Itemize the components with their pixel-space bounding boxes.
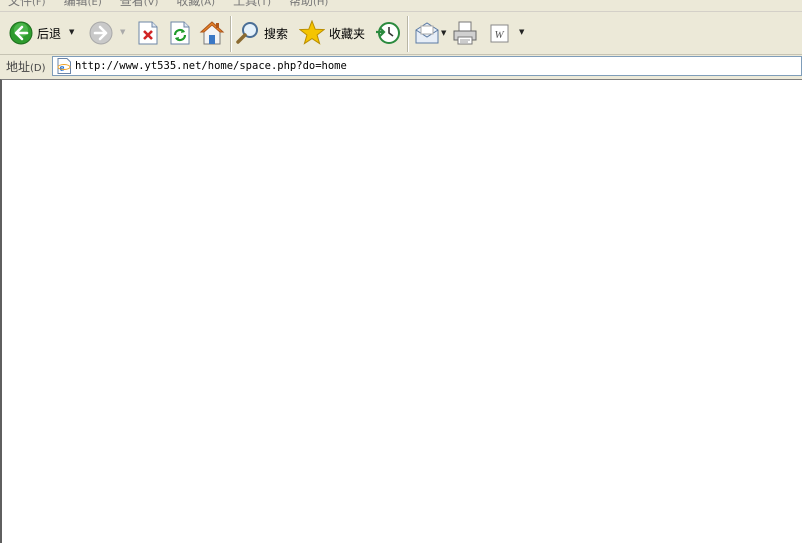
word-dropdown[interactable]: ▼ <box>519 28 524 36</box>
edit-word-button[interactable]: W <box>490 22 510 44</box>
search-icon <box>236 22 258 44</box>
dropdown-arrow-icon: ▼ <box>69 28 75 36</box>
back-label: 后退 <box>37 26 62 41</box>
search-label: 搜索 <box>264 26 289 41</box>
word-icon: W <box>490 24 509 43</box>
address-bar: 地址(D) e http://www.yt535.net/home/space.… <box>0 55 802 78</box>
refresh-button[interactable] <box>169 21 191 45</box>
back-arrow-icon <box>9 21 33 45</box>
forward-button[interactable] <box>89 21 113 45</box>
print-button[interactable] <box>452 21 478 45</box>
stop-button[interactable] <box>137 21 159 45</box>
toolbar-separator <box>407 16 409 52</box>
dropdown-arrow-icon: ▼ <box>120 28 126 36</box>
mail-icon <box>415 22 439 44</box>
page-content[interactable] <box>0 79 802 543</box>
printer-icon <box>453 21 477 45</box>
menu-tools[interactable]: 工具(T) <box>233 0 271 10</box>
menu-edit[interactable]: 编辑(E) <box>64 0 102 10</box>
ie-page-icon: e <box>57 58 71 74</box>
toolbar-separator <box>230 16 232 52</box>
search-button[interactable]: 搜索 <box>236 21 288 45</box>
svg-text:W: W <box>495 29 505 41</box>
menu-file[interactable]: 文件(F) <box>8 0 46 10</box>
standard-toolbar: 后退 ▼ ▼ 搜索 收藏夹 ▼ W ▼ <box>0 12 802 54</box>
menu-help[interactable]: 帮助(H) <box>289 0 328 10</box>
address-url: http://www.yt535.net/home/space.php?do=h… <box>75 60 347 72</box>
address-input[interactable]: e http://www.yt535.net/home/space.php?do… <box>52 56 802 76</box>
back-button[interactable]: 后退 <box>9 21 61 45</box>
svg-text:e: e <box>60 62 65 74</box>
back-dropdown[interactable]: ▼ <box>69 28 74 36</box>
refresh-icon <box>170 21 190 45</box>
dropdown-arrow-icon: ▼ <box>519 28 525 36</box>
stop-icon <box>138 21 158 45</box>
dropdown-arrow-icon: ▼ <box>441 29 447 37</box>
menu-favorites[interactable]: 收藏(A) <box>176 0 215 10</box>
home-icon <box>199 21 225 45</box>
star-icon <box>299 20 325 45</box>
menu-bar: 文件(F) 编辑(E) 查看(V) 收藏(A) 工具(T) 帮助(H) <box>0 0 802 11</box>
mail-button[interactable]: ▼ <box>414 21 446 45</box>
history-icon <box>376 22 400 44</box>
menu-view[interactable]: 查看(V) <box>120 0 159 10</box>
favorites-button[interactable]: 收藏夹 <box>299 20 365 46</box>
address-label: 地址(D) <box>6 60 46 74</box>
favorites-label: 收藏夹 <box>329 26 366 41</box>
home-button[interactable] <box>199 20 225 46</box>
forward-dropdown[interactable]: ▼ <box>120 28 125 36</box>
history-button[interactable] <box>375 21 401 45</box>
forward-arrow-icon <box>89 21 113 45</box>
